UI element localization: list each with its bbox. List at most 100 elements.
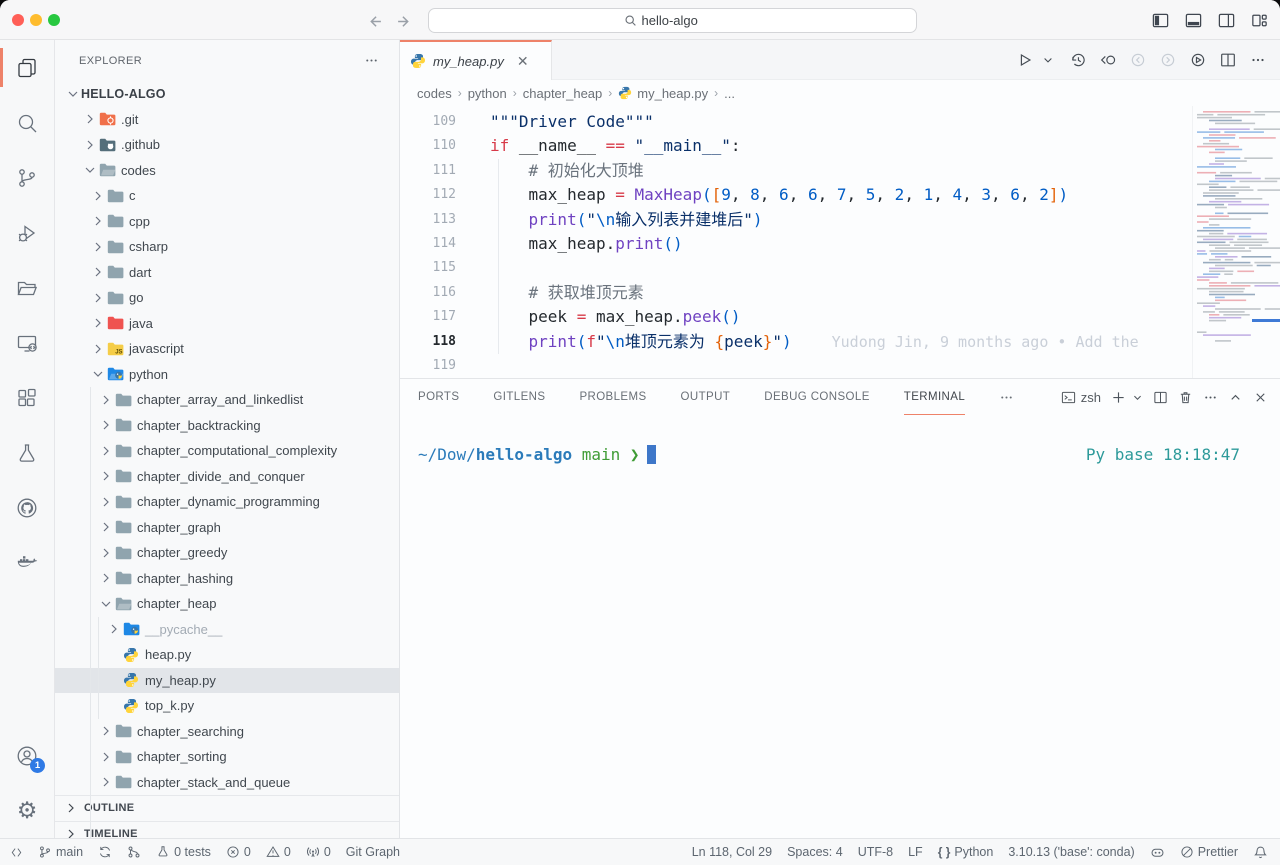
toggle-primary-sidebar-icon[interactable] xyxy=(1149,9,1171,31)
tree-item-go[interactable]: go xyxy=(55,285,399,311)
more-actions-icon[interactable] xyxy=(1247,49,1268,70)
activity-item-testing[interactable] xyxy=(0,425,54,480)
tree-item-chapter-searching[interactable]: chapter_searching xyxy=(55,719,399,745)
breadcrumb-item[interactable]: python xyxy=(468,86,507,101)
section-timeline[interactable]: TIMELINE xyxy=(55,821,399,839)
activity-item-source-control[interactable] xyxy=(0,150,54,205)
tree-item--github[interactable]: .github xyxy=(55,132,399,158)
tree-item-java[interactable]: java xyxy=(55,311,399,337)
activity-item-docker[interactable] xyxy=(0,535,54,590)
minimize-window-button[interactable] xyxy=(30,14,42,26)
panel-tab-problems[interactable]: PROBLEMS xyxy=(579,379,646,415)
activity-item-run-debug[interactable] xyxy=(0,205,54,260)
activity-item-github[interactable] xyxy=(0,480,54,535)
panel-tab-ports[interactable]: PORTS xyxy=(418,379,459,415)
split-terminal-icon[interactable] xyxy=(1153,390,1168,405)
section-outline[interactable]: OUTLINE xyxy=(55,795,399,821)
activity-item-remote-explorer[interactable] xyxy=(0,315,54,370)
new-terminal-icon[interactable] xyxy=(1111,390,1126,405)
status-python-interpreter[interactable]: 3.10.13 ('base': conda) xyxy=(1008,845,1134,859)
tree-item--git[interactable]: .git xyxy=(55,107,399,133)
status-tests[interactable]: 0 tests xyxy=(156,845,211,859)
status-warnings[interactable]: 0 xyxy=(266,845,291,859)
tree-item--pycache-[interactable]: __pycache__ xyxy=(55,617,399,643)
tree-item-chapter-greedy[interactable]: chapter_greedy xyxy=(55,540,399,566)
tab-my-heap[interactable]: my_heap.py ✕ xyxy=(400,40,552,80)
status-language-mode[interactable]: { }Python xyxy=(938,845,994,859)
activity-item-accounts[interactable]: 1 xyxy=(0,728,54,783)
previous-change-icon[interactable] xyxy=(1127,49,1148,70)
status-errors[interactable]: 0 xyxy=(226,845,251,859)
status-prettier[interactable]: Prettier xyxy=(1180,845,1238,859)
panel-tab-gitlens[interactable]: GITLENS xyxy=(493,379,545,415)
status-encoding[interactable]: UTF-8 xyxy=(858,845,893,859)
tree-item-python[interactable]: python xyxy=(55,362,399,388)
tree-item-heap-py[interactable]: heap.py xyxy=(55,642,399,668)
run-python-file-button[interactable] xyxy=(1014,49,1035,70)
activity-item-folder-view[interactable] xyxy=(0,260,54,315)
panel-tabs-more-icon[interactable] xyxy=(999,390,1014,405)
customize-layout-icon[interactable] xyxy=(1248,9,1270,31)
activity-item-search[interactable] xyxy=(0,95,54,150)
status-remote[interactable] xyxy=(10,846,23,859)
run-dropdown-chevron-icon[interactable] xyxy=(1037,49,1058,70)
split-editor-icon[interactable] xyxy=(1217,49,1238,70)
back-arrow-icon[interactable] xyxy=(363,10,385,32)
tree-item-hello-algo[interactable]: HELLO-ALGO xyxy=(55,81,399,107)
close-panel-icon[interactable] xyxy=(1253,390,1268,405)
run-or-debug-icon[interactable] xyxy=(1187,49,1208,70)
status-git-graph-btn[interactable] xyxy=(127,845,141,859)
tree-item-javascript[interactable]: JSjavascript xyxy=(55,336,399,362)
terminal-dropdown-chevron-icon[interactable] xyxy=(1132,392,1143,403)
status-sync[interactable] xyxy=(98,845,112,859)
breadcrumb-item[interactable]: ... xyxy=(724,86,735,101)
tab-close-icon[interactable]: ✕ xyxy=(517,53,529,70)
panel-tab-output[interactable]: OUTPUT xyxy=(681,379,731,415)
activity-item-settings[interactable]: ⚙ xyxy=(0,783,54,838)
status-branch[interactable]: main xyxy=(38,845,83,859)
status-eol[interactable]: LF xyxy=(908,845,923,859)
tree-item-chapter-graph[interactable]: chapter_graph xyxy=(55,515,399,541)
tree-item-dart[interactable]: dart xyxy=(55,260,399,286)
tree-item-chapter-backtracking[interactable]: chapter_backtracking xyxy=(55,413,399,439)
panel-tab-debug-console[interactable]: DEBUG CONSOLE xyxy=(764,379,870,415)
tree-item-chapter-computational-complexity[interactable]: chapter_computational_complexity xyxy=(55,438,399,464)
tree-item-chapter-hashing[interactable]: chapter_hashing xyxy=(55,566,399,592)
terminal[interactable]: ~/Dow/hello-algo main ❯ Py base 18:18:47 xyxy=(400,415,1280,464)
tree-item-cpp[interactable]: cpp xyxy=(55,209,399,235)
toggle-panel-icon[interactable] xyxy=(1182,9,1204,31)
activity-item-extensions[interactable] xyxy=(0,370,54,425)
forward-arrow-icon[interactable] xyxy=(393,10,415,32)
search-input[interactable] xyxy=(642,13,722,28)
status-notifications[interactable] xyxy=(1253,845,1268,860)
activity-item-explorer[interactable] xyxy=(0,40,54,95)
tree-item-chapter-divide-and-conquer[interactable]: chapter_divide_and_conquer xyxy=(55,464,399,490)
tree-item-my-heap-py[interactable]: my_heap.py xyxy=(55,668,399,694)
breadcrumb-item[interactable]: chapter_heap xyxy=(523,86,603,101)
breadcrumb-item[interactable]: codes xyxy=(417,86,452,101)
explorer-more-actions-icon[interactable] xyxy=(364,53,379,68)
status-feedback[interactable]: 0 xyxy=(306,845,331,859)
tree-item-chapter-sorting[interactable]: chapter_sorting xyxy=(55,744,399,770)
kill-terminal-icon[interactable] xyxy=(1178,390,1193,405)
code-editor[interactable]: 109"""Driver Code"""110if __name__ == "_… xyxy=(400,106,1280,378)
close-window-button[interactable] xyxy=(12,14,24,26)
open-changes-icon[interactable] xyxy=(1097,49,1118,70)
tree-item-chapter-heap[interactable]: chapter_heap xyxy=(55,591,399,617)
maximize-panel-icon[interactable] xyxy=(1228,390,1243,405)
status-git-graph-label[interactable]: Git Graph xyxy=(346,845,400,859)
panel-tab-terminal[interactable]: TERMINAL xyxy=(904,379,965,415)
status-copilot[interactable] xyxy=(1150,845,1165,860)
command-center-search[interactable] xyxy=(428,8,917,33)
status-cursor-position[interactable]: Ln 118, Col 29 xyxy=(692,845,772,859)
next-change-icon[interactable] xyxy=(1157,49,1178,70)
file-history-icon[interactable] xyxy=(1067,49,1088,70)
zoom-window-button[interactable] xyxy=(48,14,60,26)
tree-item-c[interactable]: c xyxy=(55,183,399,209)
tree-item-chapter-dynamic-programming[interactable]: chapter_dynamic_programming xyxy=(55,489,399,515)
status-indentation[interactable]: Spaces: 4 xyxy=(787,845,843,859)
terminal-shell-item[interactable]: zsh xyxy=(1061,390,1101,405)
minimap[interactable] xyxy=(1192,106,1280,378)
tree-item-codes[interactable]: codes xyxy=(55,158,399,184)
tree-item-top-k-py[interactable]: top_k.py xyxy=(55,693,399,719)
